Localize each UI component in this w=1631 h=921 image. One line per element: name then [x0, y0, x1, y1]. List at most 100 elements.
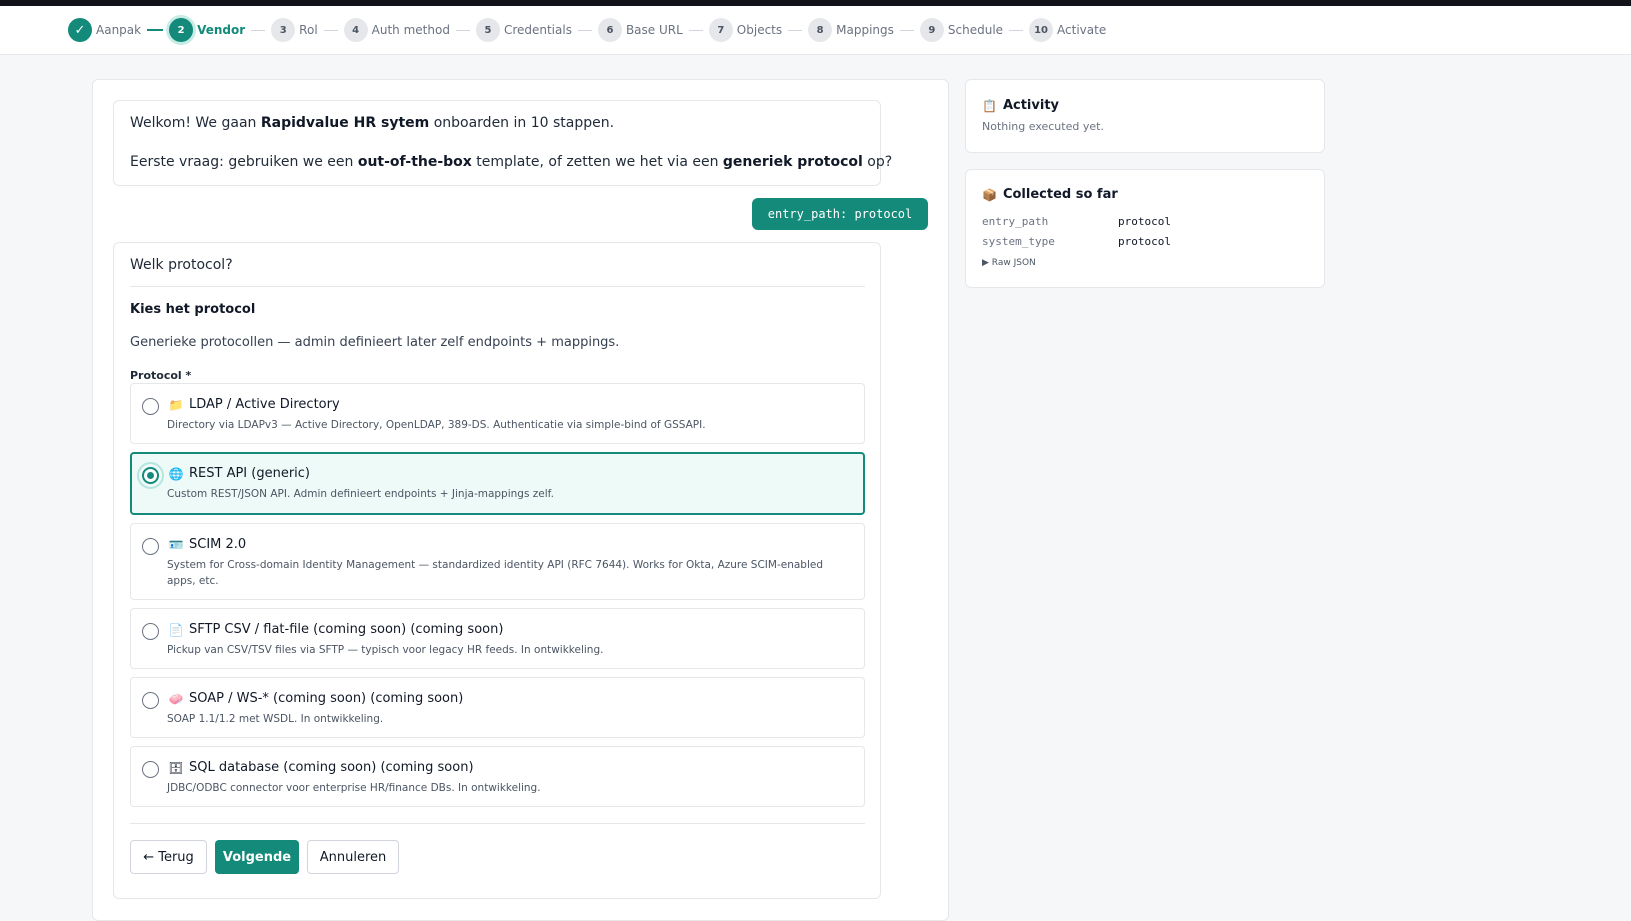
protocol-field-label: Protocol * — [130, 369, 192, 382]
assistant-message: Welkom! We gaan Rapidvalue HR sytem onbo… — [113, 100, 893, 186]
welcome-line: Welkom! We gaan Rapidvalue HR sytem onbo… — [130, 115, 615, 131]
step-label: Aanpak — [96, 23, 142, 37]
option-title: REST API (generic) — [189, 466, 311, 481]
option-scim[interactable]: 🪪 SCIM 2.0 System for Cross-domain Ident… — [130, 523, 865, 600]
step-label: Auth method — [371, 23, 450, 37]
step-number: 8 — [808, 18, 833, 42]
step-label: Rol — [299, 23, 318, 37]
step-label: Objects — [736, 23, 783, 37]
option-description: JDBC/ODBC connector voor enterprise HR/f… — [167, 782, 541, 794]
folder-icon: 📁 — [168, 398, 184, 412]
step-1[interactable]: ✓ Aanpak — [68, 18, 141, 42]
kv-row: system_type protocol — [982, 235, 1171, 248]
kv-row: entry_path protocol — [982, 215, 1171, 228]
activity-status: Nothing executed yet. — [982, 120, 1104, 133]
package-icon: 📦 — [982, 187, 997, 202]
step-10[interactable]: 10 Activate — [1029, 18, 1106, 42]
cancel-button[interactable]: Annuleren — [307, 840, 399, 874]
divider — [130, 286, 865, 287]
next-button[interactable]: Volgende — [215, 840, 299, 874]
step-4[interactable]: 4 Auth method — [343, 18, 450, 42]
option-description: Custom REST/JSON API. Admin definieert e… — [167, 488, 554, 500]
question-line: Eerste vraag: gebruiken we een out-of-th… — [130, 153, 893, 170]
radio-button-selected[interactable] — [142, 467, 159, 484]
step-label: Schedule — [947, 23, 1004, 37]
option-sftp-csv[interactable]: 📄 SFTP CSV / flat-file (coming soon) (co… — [130, 608, 865, 669]
step-7[interactable]: 7 Objects — [708, 18, 783, 42]
step-connector — [577, 29, 592, 31]
clipboard-icon: 📋 — [982, 98, 997, 113]
step-9[interactable]: 9 Schedule — [919, 18, 1004, 42]
step-connector — [147, 29, 164, 31]
step-label: Mappings — [836, 23, 894, 37]
option-title: SCIM 2.0 — [189, 537, 247, 552]
step-number: 3 — [271, 18, 296, 42]
activity-title-text: Activity — [1002, 98, 1060, 113]
step-number: 2 — [169, 18, 194, 42]
option-rest-api[interactable]: 🌐 REST API (generic) Custom REST/JSON AP… — [130, 452, 865, 515]
divider — [130, 823, 865, 824]
radio-button[interactable] — [142, 623, 159, 640]
step-number: 6 — [597, 18, 622, 42]
protocol-form: Welk protocol? Kies het protocol Generie… — [113, 242, 881, 899]
option-ldap[interactable]: 📁 LDAP / Active Directory Directory via … — [130, 383, 865, 444]
option-description: System for Cross-domain Identity Managem… — [167, 559, 824, 587]
step-number: 4 — [343, 18, 368, 42]
step-connector — [1009, 29, 1024, 31]
step-label: Activate — [1057, 23, 1107, 37]
option-description: Pickup van CSV/TSV files via SFTP — typi… — [167, 644, 604, 656]
radio-button[interactable] — [142, 538, 159, 555]
collected-title: 📦 Collected so far — [982, 187, 1118, 202]
step-connector — [788, 29, 803, 31]
collected-card: 📦 Collected so far entry_path protocol s… — [965, 169, 1325, 288]
radio-button[interactable] — [142, 761, 159, 778]
user-answer-pill: entry_path: protocol — [752, 198, 928, 230]
step-number: 5 — [475, 18, 500, 42]
step-connector — [688, 29, 703, 31]
kv-value: protocol — [1118, 215, 1171, 228]
step-connector — [899, 29, 914, 31]
option-title: LDAP / Active Directory — [189, 397, 340, 412]
option-sql-database[interactable]: 🗄 SQL database (coming soon) (coming soo… — [130, 746, 865, 807]
wizard-stepper: ✓ Aanpak 2 Vendor 3 Rol 4 Auth method 5 … — [0, 6, 1631, 55]
step-2[interactable]: 2 Vendor — [169, 18, 245, 42]
document-icon: 📄 — [168, 623, 184, 637]
step-number: 9 — [919, 18, 944, 42]
step-6[interactable]: 6 Base URL — [597, 18, 683, 42]
activity-card: 📋 Activity Nothing executed yet. — [965, 79, 1325, 153]
kv-key: entry_path — [982, 215, 1049, 228]
id-card-icon: 🪪 — [168, 538, 184, 552]
step-label: Vendor — [197, 23, 246, 37]
radio-button[interactable] — [142, 398, 159, 415]
globe-icon: 🌐 — [168, 467, 184, 481]
database-icon: 🗄 — [168, 761, 184, 775]
step-5[interactable]: 5 Credentials — [475, 18, 572, 42]
option-title: SFTP CSV / flat-file (coming soon) (comi… — [189, 622, 504, 637]
activity-title: 📋 Activity — [982, 98, 1059, 113]
kv-value: protocol — [1118, 235, 1171, 248]
step-label: Credentials — [503, 23, 572, 37]
collected-title-text: Collected so far — [1002, 187, 1118, 202]
check-icon: ✓ — [68, 18, 92, 42]
step-8[interactable]: 8 Mappings — [808, 18, 894, 42]
step-3[interactable]: 3 Rol — [271, 18, 318, 42]
step-label: Base URL — [625, 23, 683, 37]
section-title: Kies het protocol — [130, 302, 256, 317]
step-connector — [455, 29, 470, 31]
step-number: 7 — [708, 18, 733, 42]
option-title: SOAP / WS-* (coming soon) (coming soon) — [189, 691, 464, 706]
step-connector — [323, 29, 338, 31]
form-question: Welk protocol? — [130, 257, 233, 273]
kv-key: system_type — [982, 235, 1055, 248]
raw-json-toggle[interactable]: ▶ Raw JSON — [982, 258, 1036, 268]
section-description: Generieke protocollen — admin definieert… — [130, 335, 620, 350]
step-connector — [251, 29, 266, 31]
step-number: 10 — [1029, 18, 1054, 42]
radio-button[interactable] — [142, 692, 159, 709]
option-description: Directory via LDAPv3 — Active Directory,… — [167, 419, 706, 431]
option-soap[interactable]: 🧼 SOAP / WS-* (coming soon) (coming soon… — [130, 677, 865, 738]
option-title: SQL database (coming soon) (coming soon) — [189, 760, 474, 775]
back-button[interactable]: ← Terug — [130, 840, 207, 874]
soap-icon: 🧼 — [168, 692, 184, 706]
option-description: SOAP 1.1/1.2 met WSDL. In ontwikkeling. — [167, 713, 384, 725]
